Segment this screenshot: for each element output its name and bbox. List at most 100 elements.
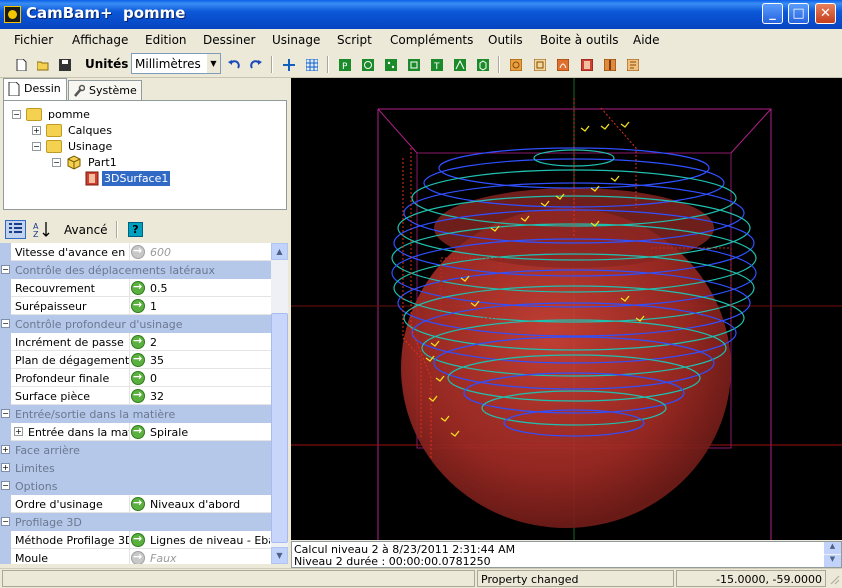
- advanced-toggle[interactable]: Avancé: [64, 223, 108, 237]
- property-value[interactable]: Niveaux d'abord: [150, 498, 270, 511]
- chevron-down-icon[interactable]: ▼: [207, 54, 220, 73]
- property-value[interactable]: 35: [150, 354, 270, 367]
- 3d-viewport[interactable]: [291, 78, 842, 540]
- property-row[interactable]: Plan de dégagement 35: [0, 351, 271, 369]
- property-row[interactable]: Vitesse d'avance en plon 600: [0, 243, 271, 261]
- arrow-right-icon[interactable]: [131, 244, 145, 259]
- resize-grip-icon[interactable]: [828, 573, 840, 585]
- property-row[interactable]: Ordre d'usinage Niveaux d'abord: [0, 495, 271, 513]
- close-button[interactable]: ✕: [815, 3, 836, 24]
- scroll-up-icon[interactable]: ▲: [271, 243, 288, 260]
- property-grid-scrollbar[interactable]: ▲ ▼: [271, 243, 288, 564]
- draw-3d-button[interactable]: [473, 55, 491, 73]
- maximize-button[interactable]: □: [788, 3, 809, 24]
- property-value[interactable]: 600: [150, 246, 270, 259]
- property-value[interactable]: Faux: [150, 552, 270, 564]
- machining-pocket-button[interactable]: [530, 55, 548, 73]
- draw-surface-button[interactable]: [450, 55, 468, 73]
- arrow-right-icon[interactable]: [131, 370, 145, 385]
- tree-node-3dsurface1[interactable]: 3DSurface1: [84, 171, 194, 187]
- save-button[interactable]: [55, 55, 73, 73]
- alphabetical-button[interactable]: AZ: [33, 221, 53, 238]
- draw-polyline-button[interactable]: P: [335, 55, 353, 73]
- menu-complements[interactable]: Compléments: [390, 33, 473, 47]
- collapse-icon[interactable]: −: [1, 265, 10, 274]
- machining-engrave-button[interactable]: [553, 55, 571, 73]
- property-value[interactable]: 2: [150, 336, 270, 349]
- categorized-button[interactable]: [5, 220, 26, 239]
- log-scrollbar[interactable]: ▲ ▼: [824, 542, 841, 567]
- tab-dessin[interactable]: Dessin: [3, 78, 67, 100]
- tree-node-pomme[interactable]: − pomme: [12, 107, 112, 123]
- property-category[interactable]: − Contrôle des déplacements latéraux: [0, 261, 271, 279]
- property-value[interactable]: Spirale: [150, 426, 270, 439]
- menu-usinage[interactable]: Usinage: [272, 33, 320, 47]
- collapse-icon[interactable]: −: [1, 481, 10, 490]
- collapse-icon[interactable]: −: [1, 319, 10, 328]
- machining-3d-button[interactable]: [577, 55, 595, 73]
- property-category[interactable]: − Contrôle profondeur d'usinage: [0, 315, 271, 333]
- menu-fichier[interactable]: Fichier: [14, 33, 53, 47]
- menu-boite-a-outils[interactable]: Boite à outils: [540, 33, 619, 47]
- menu-aide[interactable]: Aide: [633, 33, 660, 47]
- machining-drill-button[interactable]: [600, 55, 618, 73]
- property-category[interactable]: + Limites: [0, 459, 271, 477]
- property-category[interactable]: − Entrée/sortie dans la matière: [0, 405, 271, 423]
- open-file-button[interactable]: [33, 55, 51, 73]
- collapse-icon[interactable]: −: [52, 158, 61, 167]
- menu-affichage[interactable]: Affichage: [72, 33, 128, 47]
- property-value[interactable]: 1: [150, 300, 270, 313]
- collapse-icon[interactable]: −: [1, 409, 10, 418]
- tab-systeme[interactable]: Système: [68, 80, 142, 100]
- property-category[interactable]: − Options: [0, 477, 271, 495]
- property-category[interactable]: − Profilage 3D: [0, 513, 271, 531]
- menu-script[interactable]: Script: [337, 33, 372, 47]
- tree-node-calques[interactable]: + Calques: [32, 123, 132, 139]
- new-file-button[interactable]: [11, 55, 29, 73]
- property-value[interactable]: 0: [150, 372, 270, 385]
- expand-icon[interactable]: +: [1, 445, 10, 454]
- app-icon[interactable]: [4, 6, 21, 23]
- arrow-right-icon[interactable]: [131, 388, 145, 403]
- redo-button[interactable]: [246, 55, 264, 73]
- undo-button[interactable]: [224, 55, 242, 73]
- property-row[interactable]: + Entrée dans la matière Spirale: [0, 423, 271, 441]
- scroll-up-icon[interactable]: ▲: [824, 542, 841, 554]
- property-row[interactable]: Moule Faux: [0, 549, 271, 564]
- expand-icon[interactable]: +: [14, 427, 23, 436]
- expand-icon[interactable]: +: [1, 463, 10, 472]
- property-row[interactable]: Méthode Profilage 3D Lignes de niveau - …: [0, 531, 271, 549]
- scroll-down-icon[interactable]: ▼: [824, 555, 841, 567]
- draw-circle-button[interactable]: [358, 55, 376, 73]
- property-row[interactable]: Incrément de passe 2: [0, 333, 271, 351]
- menu-outils[interactable]: Outils: [488, 33, 523, 47]
- tree-node-usinage[interactable]: − Usinage: [32, 139, 132, 155]
- menu-dessiner[interactable]: Dessiner: [203, 33, 255, 47]
- property-category[interactable]: + Face arrière: [0, 441, 271, 459]
- tree-node-part1[interactable]: − Part1: [52, 155, 152, 171]
- property-value[interactable]: 32: [150, 390, 270, 403]
- collapse-icon[interactable]: −: [1, 517, 10, 526]
- property-row[interactable]: Recouvrement 0.5: [0, 279, 271, 297]
- scroll-down-icon[interactable]: ▼: [271, 547, 288, 564]
- menu-edition[interactable]: Edition: [145, 33, 187, 47]
- units-select[interactable]: Millimètres ▼: [131, 53, 221, 74]
- machining-gcode-button[interactable]: [623, 55, 641, 73]
- property-value[interactable]: Lignes de niveau - Ebauche: [150, 534, 270, 547]
- property-row[interactable]: Surépaisseur 1: [0, 297, 271, 315]
- property-row[interactable]: Profondeur finale 0: [0, 369, 271, 387]
- scroll-thumb[interactable]: [271, 313, 288, 543]
- collapse-icon[interactable]: −: [12, 110, 21, 119]
- arrow-right-icon[interactable]: [131, 550, 145, 564]
- draw-points-button[interactable]: [381, 55, 399, 73]
- property-row[interactable]: Surface pièce 32: [0, 387, 271, 405]
- collapse-icon[interactable]: −: [32, 142, 41, 151]
- arrow-right-icon[interactable]: [131, 352, 145, 367]
- machining-profile-button[interactable]: [506, 55, 524, 73]
- grid-button[interactable]: [302, 55, 320, 73]
- minimize-button[interactable]: _: [762, 3, 783, 24]
- draw-rectangle-button[interactable]: [404, 55, 422, 73]
- arrow-right-icon[interactable]: [131, 298, 145, 313]
- help-icon[interactable]: ?: [128, 222, 143, 237]
- property-value[interactable]: 0.5: [150, 282, 270, 295]
